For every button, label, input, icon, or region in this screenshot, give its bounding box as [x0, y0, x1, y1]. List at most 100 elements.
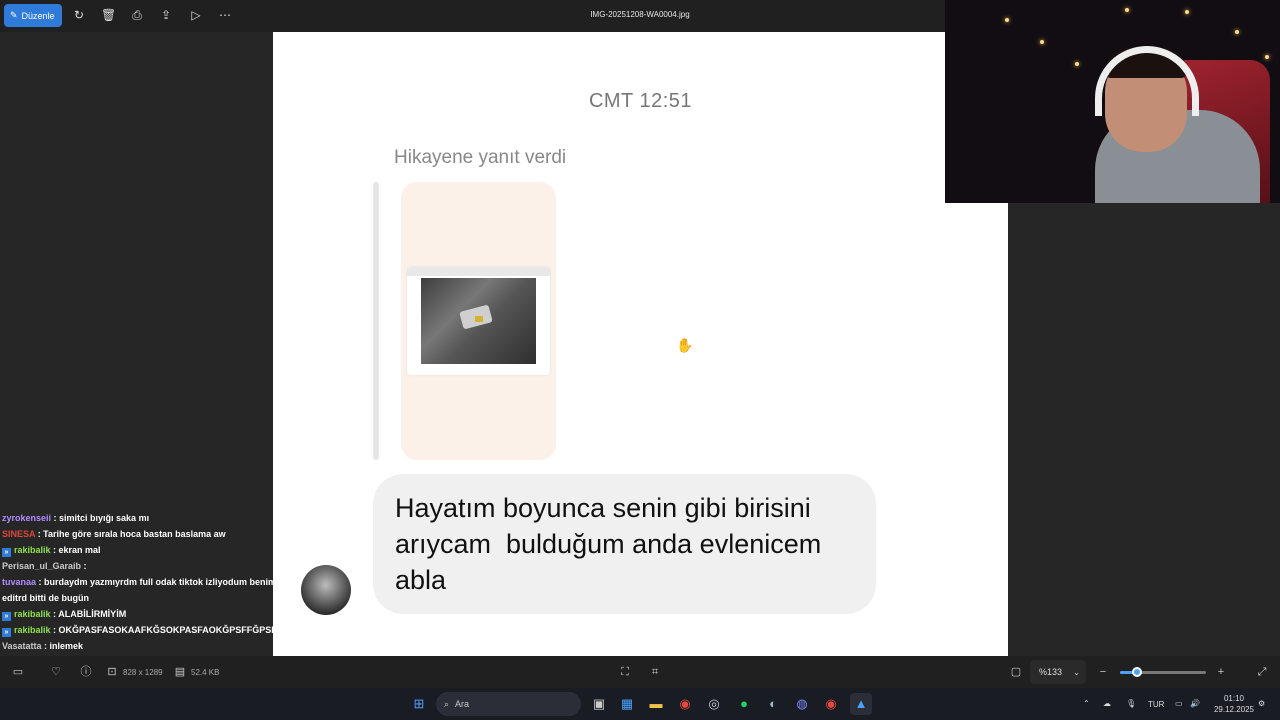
chat-username: SINESA [2, 529, 36, 539]
story-quote-bar [373, 182, 379, 460]
search-icon: ⌕ [444, 698, 450, 709]
chat-username: rakibalik [14, 545, 51, 555]
chat-username: rakibalik [14, 609, 51, 619]
chat-username: Vasatatta [2, 641, 42, 651]
story-image-sticker [475, 316, 483, 322]
fullscreen-icon[interactable]: ⤢ [1256, 666, 1268, 678]
chat-text: : simitci bıyığı saka mı [51, 513, 150, 523]
chat-message: » rakibalik : ALABİLİRMİYİM [2, 606, 302, 622]
delete-icon[interactable]: 🗑 [101, 8, 116, 22]
zoom-slider-thumb[interactable] [1132, 667, 1143, 677]
fairy-light [1125, 8, 1129, 12]
tray-chevron-up-icon[interactable]: ⌃ [1083, 699, 1090, 708]
edit-icon: ✎ [10, 10, 18, 20]
chrome-icon[interactable]: ◉ [674, 693, 696, 715]
chat-username: Perisan_ul_Garaib [2, 561, 82, 571]
chat-message: Perisan_ul_Garaib : [2, 558, 302, 574]
story-preview-card [401, 182, 556, 460]
language-indicator[interactable]: TUR [1148, 700, 1164, 709]
chat-username: tuvanaa [2, 577, 37, 587]
volume-icon[interactable]: 🔊 [1190, 699, 1200, 708]
hand-cursor-icon: ✋ [676, 337, 694, 353]
chat-username: zyrokenseii [2, 513, 52, 523]
subscriber-badge-icon: » [2, 548, 11, 557]
chat-text: : [81, 561, 87, 571]
story-image [421, 278, 536, 364]
message-bubble: Hayatım boyunca senin gibi birisini arıy… [373, 474, 876, 614]
fairy-light [1265, 55, 1269, 59]
search-placeholder: Ara [455, 699, 470, 709]
sender-avatar [301, 565, 351, 615]
filesize-icon: ▤ [174, 666, 186, 678]
chat-text: : Tarihe göre sırala hoca bastan baslama… [35, 529, 226, 539]
fairy-light [1185, 10, 1189, 14]
chat-message: tuvanaa : burdaydm yazmıyrdm full odak t… [2, 574, 302, 606]
chat-text: : inlemek [41, 641, 84, 651]
chevron-down-icon: ⌄ [1073, 667, 1080, 677]
network-icon[interactable]: ▭ [1175, 699, 1183, 708]
chat-text: : ekran mal [50, 545, 101, 555]
zoom-value: %133 [1039, 667, 1063, 677]
fairy-light [1040, 40, 1044, 44]
task-view-icon[interactable]: ▣ [588, 693, 610, 715]
more-icon[interactable]: ⋯ [218, 8, 232, 22]
windows-start-icon[interactable]: ⊞ [408, 693, 430, 715]
ocr-scan-icon[interactable]: ⌗ [649, 666, 661, 678]
clock-date[interactable]: 29.12.2025 [1210, 705, 1258, 714]
fit-to-screen-icon[interactable]: ⛶ [619, 666, 631, 678]
subscriber-badge-icon: » [2, 612, 11, 621]
steam-icon[interactable]: ◐ [762, 693, 784, 715]
print-icon[interactable]: ⎙ [130, 8, 144, 22]
notification-icon[interactable]: ⚙ [1258, 699, 1265, 708]
chat-text: : OKĞPASFASOKAAFKĞSOKPASFAOKĞPSFFĞPSFKOA… [50, 625, 310, 635]
discord-icon[interactable]: ◍ [791, 693, 813, 715]
zoom-slider[interactable] [1120, 667, 1206, 677]
fairy-light [1075, 62, 1079, 66]
info-bar: ▭ ♡ ⓘ ⊡ 828 x 1289 ▤ 52.4 KB ⛶ ⌗ ▢ %133 … [0, 656, 1280, 688]
zoom-in-icon[interactable]: + [1215, 666, 1227, 678]
file-size: 52.4 KB [191, 668, 220, 677]
subscriber-badge-icon: » [2, 628, 11, 637]
story-reply-label: Hikayene yanıt verdi [394, 147, 567, 168]
fairy-light [1235, 30, 1239, 34]
chat-message: zyrokenseii : simitci bıyığı saka mı [2, 510, 302, 526]
message-time: CMT 12:51 [588, 90, 693, 112]
zoom-out-icon[interactable]: − [1097, 666, 1109, 678]
chat-message: » rakibalik : OKĞPASFASOKAAFKĞSOKPASFAOKĞ… [2, 622, 309, 638]
obs-icon[interactable]: ◎ [703, 693, 725, 715]
chat-username: rakibalik [14, 625, 51, 635]
windows-taskbar: ⊞ ⌕ Ara ▣ ▦ ▬ ◉ ◎ ● ◐ ◍ ◉ ▲ ⌃ ☁ 🎙 TUR ▭ … [0, 688, 1280, 720]
chat-message: SINESA : Tarihe göre sırala hoca bastan … [2, 526, 302, 542]
chat-message: » rakibalik : ekran mal [2, 542, 302, 558]
chat-text: : burdaydm yazmıyrdm full odak tiktok iz… [2, 577, 282, 603]
onedrive-icon[interactable]: ☁ [1103, 699, 1111, 708]
chat-message: Vasatatta : inlemek [2, 638, 302, 654]
info-icon[interactable]: ⓘ [80, 666, 92, 678]
actual-size-icon[interactable]: ▢ [1010, 666, 1022, 678]
photos-app-window: ✎ Düzenle ↻ 🗑 ⎙ ⇪ ▷ ⋯ IMG-20251208-WA000… [0, 0, 1280, 720]
photos-app-icon[interactable]: ▲ [850, 693, 872, 715]
chat-text: : ALABİLİRMİYİM [50, 609, 127, 619]
favorite-icon[interactable]: ♡ [50, 666, 62, 678]
clock-time[interactable]: 01:10 [1218, 694, 1250, 703]
file-explorer-icon[interactable]: ▬ [645, 693, 667, 715]
share-icon[interactable]: ⇪ [159, 8, 173, 22]
slideshow-icon[interactable]: ▷ [189, 8, 203, 22]
dimensions-icon: ⊡ [107, 666, 117, 678]
fairy-light [1005, 18, 1009, 22]
film-strip-icon[interactable]: ▭ [12, 666, 24, 678]
story-inner-header [407, 267, 550, 276]
spotify-icon[interactable]: ● [733, 693, 755, 715]
chrome-profile-icon[interactable]: ◉ [820, 693, 842, 715]
zoom-select[interactable]: %133 ⌄ [1030, 660, 1086, 684]
photo-canvas[interactable]: CMT 12:51 Hikayene yanıt verdi Hayatım b… [273, 32, 1008, 656]
webcam-overlay [945, 0, 1280, 203]
image-dimensions: 828 x 1289 [123, 668, 163, 677]
rotate-icon[interactable]: ↻ [72, 8, 86, 22]
taskbar-search[interactable]: ⌕ Ara [436, 692, 581, 716]
store-icon[interactable]: ▦ [616, 693, 638, 715]
microphone-icon[interactable]: 🎙 [1126, 699, 1136, 708]
edit-button[interactable]: ✎ Düzenle [4, 4, 62, 27]
story-inner-card [407, 267, 550, 375]
file-name: IMG-20251208-WA0004.jpg [590, 10, 690, 19]
